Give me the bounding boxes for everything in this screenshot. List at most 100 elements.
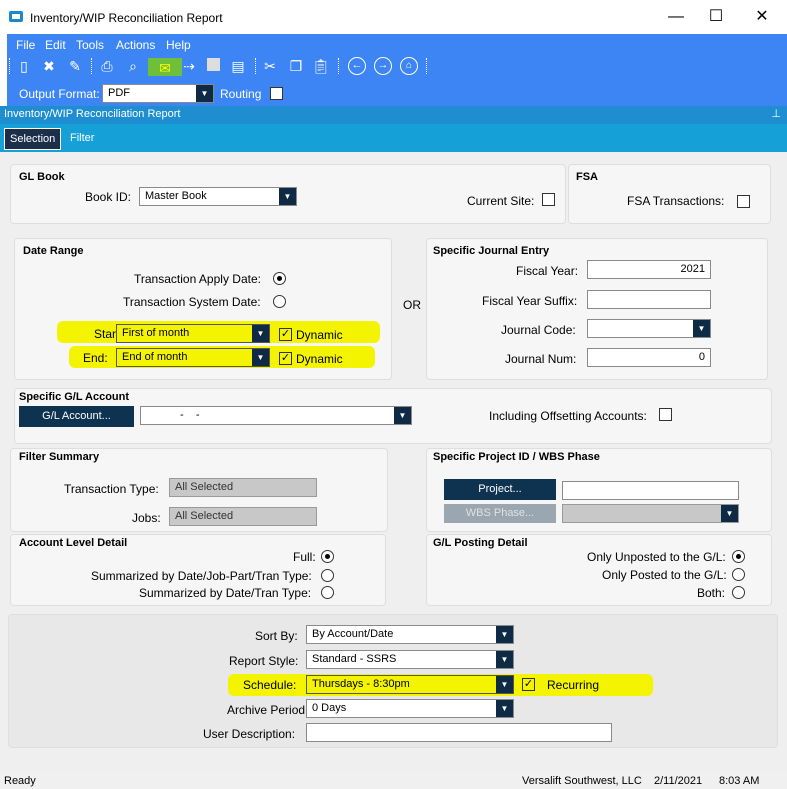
gl-account-header: Specific G/L Account: [19, 391, 130, 403]
book-id-label: Book ID:: [85, 190, 132, 204]
clear-icon[interactable]: ✎: [65, 56, 85, 76]
status-company: Versalift Southwest, LLC: [522, 775, 642, 787]
report-style-select[interactable]: Standard - SSRS ▼: [306, 650, 514, 669]
journal-num-label: Journal Num:: [505, 352, 577, 366]
toolbar-separator: [91, 58, 93, 74]
print-preview-icon[interactable]: ⌕: [123, 56, 143, 76]
wbs-phase-button[interactable]: WBS Phase...: [444, 504, 556, 523]
menu-help[interactable]: Help: [166, 38, 191, 52]
chevron-down-icon[interactable]: ▼: [721, 505, 738, 522]
chevron-down-icon[interactable]: ▼: [394, 407, 411, 424]
apply-date-label: Transaction Apply Date:: [134, 272, 261, 286]
sort-by-label: Sort By:: [255, 629, 298, 643]
chevron-down-icon[interactable]: ▼: [279, 188, 296, 205]
gl-account-group: Specific G/L Account G/L Account... - - …: [14, 388, 772, 444]
offsetting-accounts-checkbox[interactable]: [659, 408, 672, 421]
journal-code-select[interactable]: ▼: [587, 319, 711, 338]
posting-detail-header: G/L Posting Detail: [433, 537, 528, 549]
summarized-job-radio[interactable]: [321, 569, 334, 582]
delete-icon[interactable]: ✖: [39, 56, 59, 76]
menu-file[interactable]: File: [16, 38, 35, 52]
end-dynamic-checkbox[interactable]: ✓: [279, 352, 292, 365]
both-label: Both:: [697, 586, 726, 600]
tab-selection[interactable]: Selection: [4, 128, 62, 150]
tab-strip: Selection Filter: [0, 124, 787, 152]
jobs-label: Jobs:: [132, 511, 161, 525]
gl-account-select[interactable]: - - ▼: [140, 406, 412, 425]
filter-summary-header: Filter Summary: [19, 451, 100, 463]
chevron-down-icon[interactable]: ▼: [496, 676, 513, 693]
maximize-icon[interactable]: ☐: [701, 6, 731, 28]
minimize-icon[interactable]: —: [661, 6, 691, 28]
filter-summary-group: Filter Summary Transaction Type: All Sel…: [10, 448, 388, 532]
menu-edit[interactable]: Edit: [45, 38, 66, 52]
copy-icon[interactable]: ❐: [286, 56, 306, 76]
summarized-tran-radio[interactable]: [321, 586, 334, 599]
full-label: Full:: [293, 550, 316, 564]
output-format-select[interactable]: PDF ▼: [102, 84, 214, 103]
end-select[interactable]: End of month ▼: [116, 348, 270, 367]
journal-entry-group: Specific Journal Entry Fiscal Year: 2021…: [426, 238, 768, 380]
status-date: 2/11/2021: [654, 775, 703, 787]
report-style-value: Standard - SSRS: [312, 653, 397, 665]
system-date-radio[interactable]: [273, 295, 286, 308]
stop-icon[interactable]: [203, 56, 223, 76]
menu-tools[interactable]: Tools: [76, 38, 104, 52]
report-style-label: Report Style:: [229, 654, 299, 668]
posted-radio[interactable]: [732, 568, 745, 581]
start-select[interactable]: First of month ▼: [116, 324, 270, 343]
close-icon[interactable]: ✕: [747, 6, 777, 28]
fiscal-year-input[interactable]: 2021: [587, 260, 711, 279]
unposted-label: Only Unposted to the G/L:: [587, 550, 726, 564]
fsa-transactions-checkbox[interactable]: [737, 195, 750, 208]
fsa-header: FSA: [576, 171, 598, 183]
menu-actions[interactable]: Actions: [116, 38, 155, 52]
journal-entry-header: Specific Journal Entry: [433, 245, 550, 257]
chevron-down-icon[interactable]: ▼: [496, 700, 513, 717]
transaction-type-label: Transaction Type:: [64, 482, 159, 496]
output-format-label: Output Format:: [19, 87, 100, 101]
archive-period-select[interactable]: 0 Days ▼: [306, 699, 514, 718]
user-description-input[interactable]: [306, 723, 612, 742]
chevron-down-icon[interactable]: ▼: [252, 349, 269, 366]
archive-period-label: Archive Period:: [227, 703, 309, 717]
output-format-value: PDF: [108, 87, 130, 99]
chevron-down-icon[interactable]: ▼: [693, 320, 710, 337]
project-input[interactable]: [562, 481, 739, 500]
cut-icon[interactable]: ✂: [260, 56, 280, 76]
home-icon[interactable]: ⌂: [400, 57, 418, 75]
full-radio[interactable]: [321, 550, 334, 563]
wbs-phase-select[interactable]: ▼: [562, 504, 739, 523]
tab-filter[interactable]: Filter: [65, 128, 99, 150]
selection-content: GL Book Book ID: Master Book ▼ Current S…: [0, 152, 787, 770]
print-icon[interactable]: ⎙: [97, 56, 117, 76]
unposted-radio[interactable]: [732, 550, 745, 563]
schedule-select[interactable]: Thursdays - 8:30pm ▼: [306, 675, 514, 694]
start-dynamic-checkbox[interactable]: ✓: [279, 328, 292, 341]
generate-icon[interactable]: ▤: [228, 56, 248, 76]
chevron-down-icon[interactable]: ▼: [196, 85, 213, 102]
send-icon[interactable]: ⇢: [179, 56, 199, 76]
book-id-select[interactable]: Master Book ▼: [139, 187, 297, 206]
fiscal-year-suffix-input[interactable]: [587, 290, 711, 309]
pin-icon[interactable]: ⊥: [771, 107, 781, 120]
gl-account-button[interactable]: G/L Account...: [19, 406, 134, 427]
email-icon[interactable]: ✉: [148, 58, 182, 76]
apply-date-radio[interactable]: [273, 272, 286, 285]
routing-checkbox[interactable]: [270, 87, 283, 100]
project-header: Specific Project ID / WBS Phase: [433, 451, 600, 463]
back-icon[interactable]: ←: [348, 57, 366, 75]
journal-num-input[interactable]: 0: [587, 348, 711, 367]
recurring-checkbox[interactable]: ✓: [522, 678, 535, 691]
forward-icon[interactable]: →: [374, 57, 392, 75]
chevron-down-icon[interactable]: ▼: [496, 651, 513, 668]
chevron-down-icon[interactable]: ▼: [496, 626, 513, 643]
chevron-down-icon[interactable]: ▼: [252, 325, 269, 342]
project-button[interactable]: Project...: [444, 479, 556, 500]
paste-icon[interactable]: 📋︎: [311, 56, 331, 76]
sort-by-select[interactable]: By Account/Date ▼: [306, 625, 514, 644]
current-site-checkbox[interactable]: [542, 193, 555, 206]
new-icon[interactable]: ▯: [14, 56, 34, 76]
routing-label: Routing: [220, 87, 262, 101]
both-radio[interactable]: [732, 586, 745, 599]
